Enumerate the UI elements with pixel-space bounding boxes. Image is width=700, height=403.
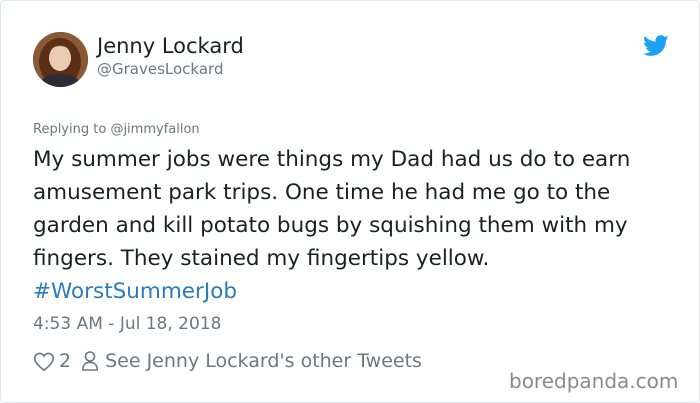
reply-prefix: Replying to [33, 122, 111, 137]
tweet-body: My summer jobs were things my Dad had us… [33, 147, 631, 271]
tweet-card: Jenny Lockard @GravesLockard Replying to… [0, 0, 700, 403]
hashtag-link[interactable]: #WorstSummerJob [33, 279, 237, 304]
avatar-image [33, 32, 88, 87]
reply-context: Replying to @jimmyfallon [33, 121, 200, 139]
tweet-actions: 2 See Jenny Lockard's other Tweets [33, 348, 422, 374]
person-icon[interactable] [81, 350, 99, 372]
like-count[interactable]: 2 [59, 350, 71, 372]
heart-icon[interactable] [33, 351, 55, 372]
twitter-bird-icon[interactable] [643, 35, 669, 57]
watermark: boredpanda.com [509, 369, 679, 393]
reply-to-link[interactable]: @jimmyfallon [110, 122, 199, 137]
see-other-tweets-link[interactable]: See Jenny Lockard's other Tweets [105, 350, 422, 372]
tweet-timestamp[interactable]: 4:53 AM - Jul 18, 2018 [33, 313, 221, 335]
author-avatar[interactable] [33, 32, 88, 87]
author-handle[interactable]: @GravesLockard [97, 59, 223, 79]
tweet-text: My summer jobs were things my Dad had us… [33, 143, 678, 308]
author-name[interactable]: Jenny Lockard [97, 33, 244, 59]
